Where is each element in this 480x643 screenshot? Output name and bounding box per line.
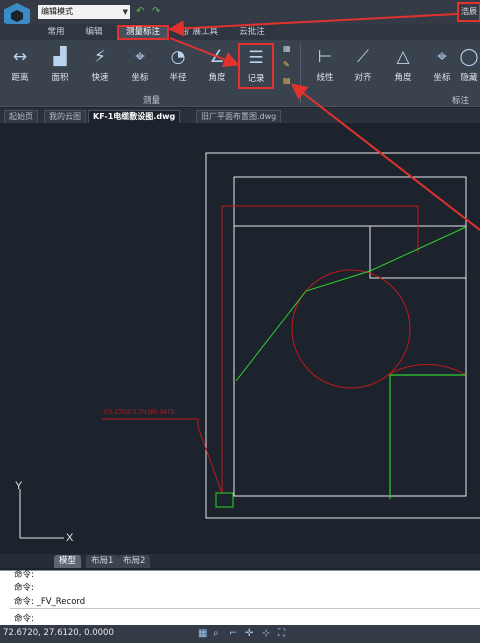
command-divider [10, 608, 480, 609]
arrow-to-record-button [169, 37, 240, 68]
command-window[interactable]: 命令: 命令: 命令: _FV_Record 命令: [0, 570, 480, 625]
layout-tab-1[interactable]: 布局1 [86, 555, 119, 568]
layout-tab-bar: 模型 布局1 布局2 [0, 554, 480, 568]
instruction-arrows [168, 13, 480, 231]
command-input[interactable]: 命令: [14, 612, 34, 624]
command-history-line: 命令: [14, 570, 34, 580]
command-history-line: 命令: _FV_Record [14, 597, 86, 607]
polar-icon[interactable]: ✛ [245, 628, 253, 639]
fullscreen-icon[interactable]: ⛶ [278, 628, 285, 639]
arrow-from-drawing [290, 83, 480, 231]
layout-tab-model[interactable]: 模型 [54, 555, 82, 568]
coordinate-readout: 72.6720, 27.6120, 0.0000 [3, 628, 114, 638]
arrow-to-measure-tab [168, 13, 458, 37]
ortho-icon[interactable]: ⌐ [229, 628, 237, 639]
snap-icon[interactable]: ⌕ [213, 628, 219, 639]
command-history-line: 命令: [14, 583, 34, 593]
grid-icon[interactable]: ▦ [198, 628, 207, 639]
status-bar: 72.6720, 27.6120, 0.0000 ▦ ⌕ ⌐ ✛ ⊹ ⛶ [0, 625, 480, 643]
layout-tab-2[interactable]: 布局2 [118, 555, 151, 568]
osnap-icon[interactable]: ⊹ [262, 628, 270, 639]
